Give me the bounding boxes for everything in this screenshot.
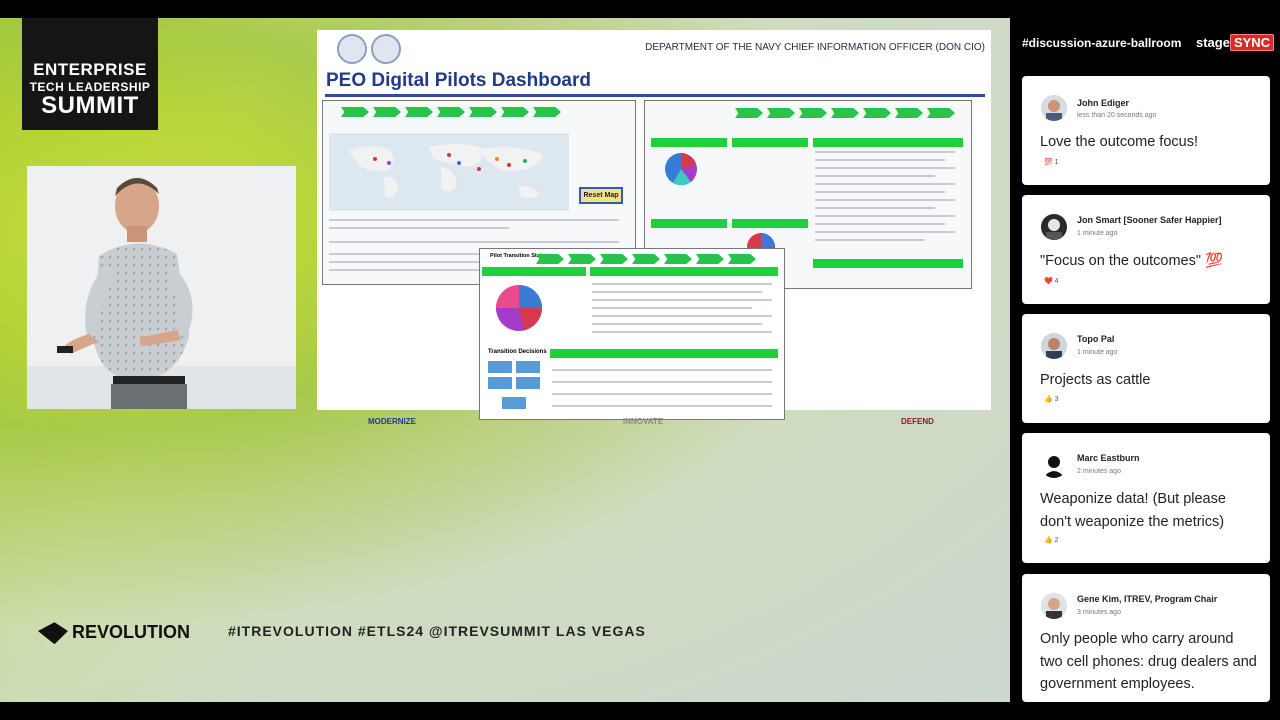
stagesync-logo: stage SYNC bbox=[1196, 34, 1275, 51]
reaction-badge[interactable]: 💯 1 bbox=[1044, 158, 1059, 166]
footer-innovate: INNOVATE bbox=[623, 417, 664, 426]
author-name: Gene Kim, ITREV, Program Chair bbox=[1077, 594, 1218, 604]
itrevolution-logo: REVOLUTION bbox=[38, 622, 190, 645]
chat-message[interactable]: Marc Eastburn 2 minutes ago Weaponize da… bbox=[1022, 433, 1270, 563]
message-text: Projects as cattle bbox=[1040, 372, 1151, 388]
presentation-stage: ENTERPRISE TECH LEADERSHIP SUMMIT DEPART… bbox=[0, 18, 1010, 702]
chat-message[interactable]: Gene Kim, ITREV, Program Chair 3 minutes… bbox=[1022, 574, 1270, 702]
reaction-badge[interactable]: 👍 2 bbox=[1044, 536, 1059, 544]
author-name: Jon Smart [Sooner Safer Happier] bbox=[1077, 215, 1222, 225]
chat-message[interactable]: Topo Pal 1 minute ago Projects as cattle… bbox=[1022, 314, 1270, 423]
message-text: Weaponize data! (But please don't weapon… bbox=[1040, 491, 1226, 530]
avatar bbox=[1041, 452, 1067, 478]
itrev-mark-icon bbox=[38, 622, 68, 645]
timestamp: less than 20 seconds ago bbox=[1077, 112, 1157, 119]
reaction-badge[interactable]: ❤️ 4 bbox=[1044, 277, 1059, 285]
department-heading: DEPARTMENT OF THE NAVY CHIEF INFORMATION… bbox=[645, 42, 985, 53]
pilot-transition-popup: Pilot Transition Status Transition Decis… bbox=[479, 248, 785, 420]
world-map[interactable] bbox=[329, 133, 569, 211]
footer-modernize: MODERNIZE bbox=[368, 417, 416, 426]
portfolio-pie-icon bbox=[665, 153, 697, 186]
avatar bbox=[1041, 214, 1067, 240]
message-text: Love the outcome focus! bbox=[1040, 134, 1198, 150]
author-name: John Ediger bbox=[1077, 98, 1130, 108]
chat-message[interactable]: John Ediger less than 20 seconds ago Lov… bbox=[1022, 76, 1270, 185]
message-text: Only people who carry around two cell ph… bbox=[1040, 631, 1257, 692]
reset-map-button[interactable]: Reset Map bbox=[579, 187, 623, 204]
message-text: "Focus on the outcomes" 💯 bbox=[1040, 253, 1224, 269]
transition-decisions-label: Transition Decisions bbox=[488, 349, 547, 355]
summit-logo: ENTERPRISE TECH LEADERSHIP SUMMIT bbox=[22, 18, 158, 130]
avatar bbox=[1041, 593, 1067, 619]
speaker-video bbox=[27, 166, 296, 409]
channel-name[interactable]: #discussion-azure-ballroom bbox=[1022, 36, 1181, 50]
avatar bbox=[1041, 95, 1067, 121]
logo-line-3: SUMMIT bbox=[41, 92, 139, 119]
avatar bbox=[1041, 333, 1067, 359]
footer-defend: DEFEND bbox=[901, 417, 934, 426]
reaction-badge[interactable]: 👍 3 bbox=[1044, 395, 1059, 403]
chat-message[interactable]: Jon Smart [Sooner Safer Happier] 1 minut… bbox=[1022, 195, 1270, 304]
don-cio-seal-icon bbox=[371, 34, 401, 64]
logo-line-1: ENTERPRISE bbox=[33, 60, 147, 79]
timestamp: 3 minutes ago bbox=[1077, 609, 1121, 616]
slide-title: PEO Digital Pilots Dashboard bbox=[326, 70, 591, 91]
timestamp: 2 minutes ago bbox=[1077, 468, 1121, 475]
event-hashtags: #ITREVOLUTION #ETLS24 @ITREVSUMMIT LAS V… bbox=[228, 623, 646, 639]
navy-seal-icon bbox=[337, 34, 367, 64]
timestamp: 1 minute ago bbox=[1077, 230, 1118, 237]
speaker-image bbox=[27, 166, 296, 409]
presentation-slide: DEPARTMENT OF THE NAVY CHIEF INFORMATION… bbox=[317, 30, 991, 426]
timestamp: 1 minute ago bbox=[1077, 349, 1118, 356]
author-name: Topo Pal bbox=[1077, 334, 1115, 344]
author-name: Marc Eastburn bbox=[1077, 453, 1140, 463]
transition-status-pie-icon bbox=[496, 285, 542, 331]
